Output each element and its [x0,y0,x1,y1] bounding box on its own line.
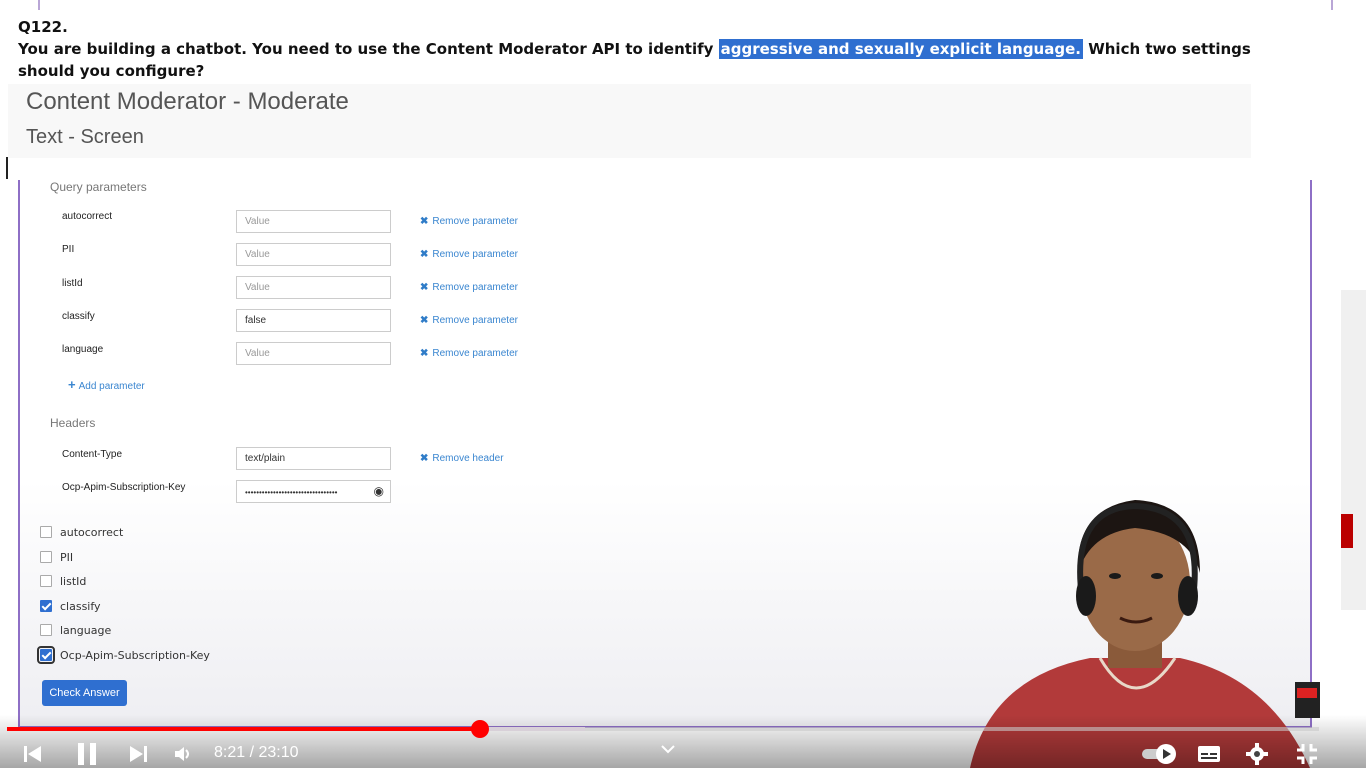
masked-key-value: ••••••••••••••••••••••••••••••••• [245,488,338,497]
remove-x-icon: ✖ [420,249,429,260]
question-block: Q122. You are building a chatbot. You ne… [18,16,1258,82]
param-input-classify[interactable]: false [236,309,391,332]
checkbox-subscription-key[interactable] [37,646,55,664]
side-thumbnail[interactable] [1341,290,1366,610]
top-edge-decoration [0,0,1366,12]
skip-next-icon[interactable] [125,740,151,768]
header-name-subscription-key: Ocp-Apim-Subscription-Key [62,482,186,493]
pause-icon[interactable] [72,740,102,768]
checkbox-language[interactable] [40,624,52,636]
checkbox-classify[interactable] [40,600,52,612]
option-label: PII [60,550,74,564]
chevron-down-icon[interactable] [660,742,676,758]
option-label: language [60,623,112,637]
text-cursor [6,157,8,179]
notification-badge [1297,688,1317,698]
api-title: Content Moderator - Moderate [26,88,349,115]
remove-parameter-pii[interactable]: ✖ Remove parameter [420,249,518,260]
header-input-subscription-key[interactable]: ••••••••••••••••••••••••••••••••• ◉ [236,480,391,503]
option-classify[interactable]: classify [40,598,101,614]
checkbox-listid[interactable] [40,575,52,587]
option-label: listId [60,574,87,588]
option-label: Ocp-Apim-Subscription-Key [60,648,210,662]
header-name-content-type: Content-Type [62,449,123,460]
progress-scrubber[interactable] [470,720,489,738]
param-name-classify: classify [62,311,95,322]
remove-parameter-classify[interactable]: ✖ Remove parameter [420,315,518,326]
exit-fullscreen-icon[interactable] [1294,740,1320,768]
add-plus-icon: + [68,377,76,392]
option-language[interactable]: language [40,622,111,638]
right-edge-bar [1331,0,1333,10]
option-listid[interactable]: listId [40,573,86,589]
progress-played [7,727,480,731]
question-text: You are building a chatbot. You need to … [18,38,1258,82]
param-input-autocorrect[interactable]: Value [236,210,391,233]
remove-parameter-label: Remove parameter [432,348,518,359]
remove-x-icon: ✖ [420,282,429,293]
param-input-pii[interactable]: Value [236,243,391,266]
remove-x-icon: ✖ [420,315,429,326]
checkbox-autocorrect[interactable] [40,526,52,538]
param-name-pii: PII [62,244,75,255]
headers-label: Headers [50,416,96,430]
question-highlight: aggressive and sexually explicit languag… [718,39,1083,59]
remove-parameter-listid[interactable]: ✖ Remove parameter [420,282,518,293]
time-display: 8:21 / 23:10 [214,744,299,761]
left-edge-bar [38,0,40,10]
settings-gear-icon[interactable] [1244,740,1270,768]
query-parameters-label: Query parameters [50,180,147,194]
remove-header-content-type[interactable]: ✖ Remove header [420,453,504,464]
checkbox-pii[interactable] [40,551,52,563]
remove-x-icon: ✖ [420,216,429,227]
param-name-language: language [62,344,104,355]
remove-x-icon: ✖ [420,348,429,359]
side-thumbnail-badge [1341,514,1353,548]
api-heading: Content Moderator - Moderate Text - Scre… [8,84,1251,158]
header-input-content-type[interactable]: text/plain [236,447,391,470]
remove-header-label: Remove header [432,453,504,464]
add-parameter-link[interactable]: + Add parameter [68,377,145,392]
check-answer-button[interactable]: Check Answer [42,680,127,706]
remove-parameter-label: Remove parameter [432,315,518,326]
option-subscription-key[interactable]: Ocp-Apim-Subscription-Key [37,646,210,664]
param-name-listid: listId [62,278,83,289]
remove-parameter-autocorrect[interactable]: ✖ Remove parameter [420,216,518,227]
captions-icon[interactable] [1196,740,1222,768]
remove-parameter-label: Remove parameter [432,216,518,227]
param-input-language[interactable]: Value [236,342,391,365]
remove-parameter-label: Remove parameter [432,249,518,260]
option-autocorrect[interactable]: autocorrect [40,524,123,540]
option-label: classify [60,599,101,613]
remove-parameter-language[interactable]: ✖ Remove parameter [420,348,518,359]
autoplay-toggle-icon[interactable] [1140,740,1180,768]
add-parameter-label: Add parameter [78,381,145,392]
option-pii[interactable]: PII [40,549,73,565]
param-name-autocorrect: autocorrect [62,211,113,222]
param-input-listid[interactable]: Value [236,276,391,299]
skip-previous-icon[interactable] [20,740,46,768]
volume-icon[interactable] [172,740,194,768]
eye-icon[interactable]: ◉ [374,484,384,498]
remove-x-icon: ✖ [420,453,429,464]
question-number: Q122. [18,18,68,36]
remove-parameter-label: Remove parameter [432,282,518,293]
subscribe-notification[interactable] [1295,682,1320,718]
api-subtitle: Text - Screen [26,126,144,148]
option-label: autocorrect [60,525,124,539]
question-text-start: You are building a chatbot. You need to … [18,40,719,58]
